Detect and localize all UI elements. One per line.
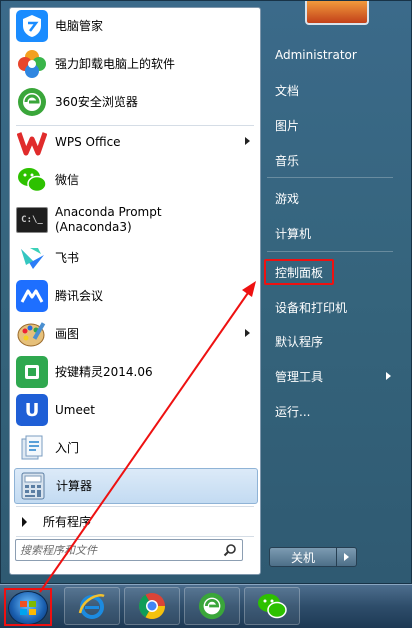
- annotation-arrow: [39, 281, 256, 593]
